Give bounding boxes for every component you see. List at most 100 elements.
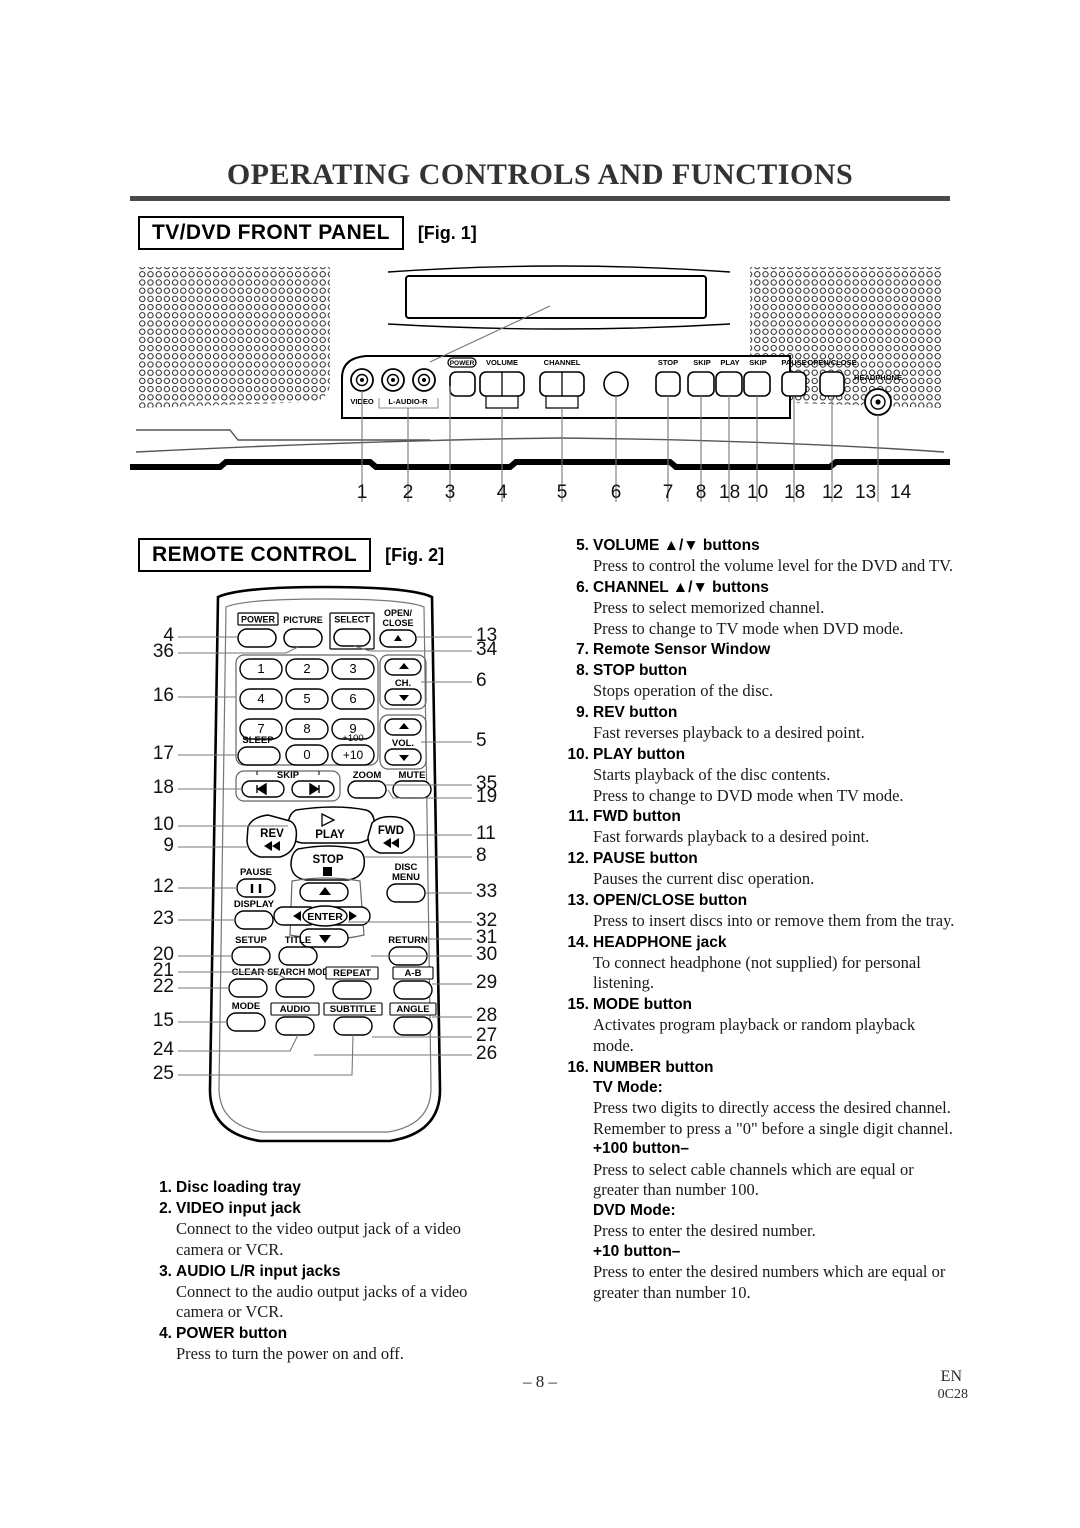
description-item-label: PAUSE button	[593, 850, 698, 868]
description-item-number: 13.	[567, 891, 589, 909]
remote-callout-right-19: 19	[476, 786, 498, 807]
description-item: 12. PAUSE button Pauses the current disc o…	[565, 849, 955, 890]
remote-callout-left-10: 10	[152, 814, 174, 835]
page-title: OPERATING CONTROLS AND FUNCTIONS	[226, 158, 854, 191]
description-item: 13. OPEN/CLOSE button Press to insert disc…	[565, 891, 955, 932]
svg-text:HEADPHONE: HEADPHONE	[854, 373, 902, 382]
description-item-text: Press to control the volume level for th…	[593, 555, 954, 575]
front-panel-callout-14: 14	[890, 482, 912, 503]
description-item-heading: 12. PAUSE button	[565, 849, 955, 869]
remote-ab-button	[393, 980, 433, 1000]
svg-text:VOLUME: VOLUME	[486, 358, 518, 367]
description-item-number: 8.	[576, 662, 589, 680]
description-item-label: VOLUME ▲/▼ buttons	[593, 537, 760, 554]
av-input-jacks: VIDEO L-AUDIO-R	[350, 368, 439, 409]
remote-audio-button	[275, 1016, 315, 1036]
section-title-remote: REMOTE CONTROL	[138, 538, 372, 572]
description-item-text: Remember to press a "0" before a single …	[593, 1118, 953, 1138]
remote-callout-right-11: 11	[476, 823, 496, 844]
remote-sleep-button	[237, 746, 281, 766]
description-item-number: 9.	[576, 704, 589, 722]
description-item-heading: 5. VOLUME ▲/▼ buttons	[565, 536, 955, 556]
front-panel-callout-13: 13	[855, 482, 877, 503]
description-item-label: OPEN/CLOSE button	[593, 891, 748, 909]
description-item-text: To connect headphone (not supplied) for …	[593, 952, 921, 993]
svg-text:5: 5	[303, 691, 310, 706]
footer-code: 0C28	[937, 1387, 968, 1402]
remote-callout-right-28: 28	[476, 1005, 498, 1026]
remote-zoom-button	[347, 780, 387, 799]
front-panel-callout-1: 1	[356, 482, 368, 503]
remote-search-mode-button	[275, 978, 315, 998]
description-item-heading: 14. HEADPHONE jack	[565, 933, 955, 953]
svg-text:TITLE: TITLE	[285, 935, 311, 946]
description-item: 11. FWD button Fast forwards playback to a…	[565, 807, 955, 848]
svg-text:ENTER: ENTER	[307, 911, 343, 923]
description-item: 1. Disc loading tray	[148, 1178, 500, 1198]
svg-text:8: 8	[303, 721, 310, 736]
svg-text:POWER: POWER	[241, 615, 276, 625]
description-item-number: 4.	[159, 1325, 172, 1343]
description-item: 9. REV button Fast reverses playback to a …	[565, 703, 955, 744]
svg-text:0: 0	[303, 747, 310, 762]
front-panel-callout-18: 18	[719, 482, 741, 503]
remote-callout-right-29: 29	[476, 972, 498, 993]
remote-pause-button	[236, 878, 276, 898]
description-item-number: 1.	[159, 1179, 172, 1196]
description-item-text: Connect to the audio output jacks of a v…	[176, 1281, 468, 1322]
stop-button: STOP	[655, 358, 681, 397]
front-panel-diagram: VIDEO L-AUDIO-R POWER VOLUME CHANNEL STO…	[130, 262, 950, 512]
svg-text:A-B: A-B	[405, 968, 422, 979]
description-item-text: Press to change to DVD mode when TV mode…	[593, 785, 904, 805]
remote-callout-left-23: 23	[152, 908, 174, 929]
description-item-text: Press to enter the desired number.	[593, 1221, 816, 1241]
front-panel-callout-6: 6	[610, 482, 622, 503]
description-item-heading: 7. Remote Sensor Window	[565, 640, 955, 660]
description-item-label: STOP button	[593, 662, 688, 680]
description-subheading: +10 button–	[593, 1243, 681, 1261]
description-item-heading: 13. OPEN/CLOSE button	[565, 891, 955, 911]
svg-text:SKIP: SKIP	[693, 358, 711, 367]
description-subheading: TV Mode:	[593, 1078, 663, 1096]
svg-text:AUDIO: AUDIO	[280, 1004, 311, 1015]
remote-select-button	[333, 628, 371, 647]
description-item-number: 2.	[159, 1199, 172, 1217]
play-button: PLAY	[715, 358, 743, 397]
description-item-heading: 10. PLAY button	[565, 745, 955, 765]
description-item-label: Remote Sensor Window	[593, 641, 771, 659]
remote-callout-right-33: 33	[476, 881, 498, 902]
description-item: 15. MODE button Activates program playback…	[565, 995, 955, 1057]
front-panel-callout-2: 2	[402, 482, 414, 503]
remote-callout-right-30: 30	[476, 944, 498, 965]
svg-text:SELECT: SELECT	[334, 615, 370, 625]
description-item: 5. VOLUME ▲/▼ buttons Press to control the…	[565, 536, 955, 577]
description-item: 2. VIDEO input jack Connect to the video o…	[148, 1199, 500, 1261]
svg-text:PAUSE: PAUSE	[240, 867, 272, 878]
remote-callout-right-5: 5	[476, 730, 487, 751]
svg-text:STOP: STOP	[312, 854, 343, 866]
svg-text:SKIP: SKIP	[749, 358, 767, 367]
remote-callout-left-24: 24	[152, 1039, 174, 1060]
description-item: 6. CHANNEL ▲/▼ buttons Press to select mem…	[565, 578, 955, 640]
svg-text:OPEN/CLOSE: OPEN/CLOSE	[807, 358, 856, 367]
remote-picture-button	[283, 628, 323, 648]
description-item-text: Press to select memorized channel.	[593, 597, 825, 617]
remote-callout-left-9: 9	[163, 835, 174, 856]
description-item-heading: 11. FWD button	[565, 807, 955, 827]
disc-loading-tray	[387, 265, 731, 330]
remote-callout-right-8: 8	[476, 845, 487, 866]
description-item-heading: 15. MODE button	[565, 995, 955, 1015]
remote-callout-left-36: 36	[152, 641, 174, 662]
description-item-label: AUDIO L/R input jacks	[176, 1262, 341, 1280]
description-item-text: Connect to the video output jack of a vi…	[176, 1218, 462, 1259]
description-item-label: PLAY button	[593, 745, 686, 763]
svg-text:+10: +10	[343, 748, 364, 762]
description-item-text: Fast forwards playback to a desired poin…	[593, 827, 870, 847]
description-item-text: Fast reverses playback to a desired poin…	[593, 723, 865, 743]
remote-callout-right-6: 6	[476, 670, 487, 691]
svg-text:RETURN: RETURN	[388, 935, 428, 946]
remote-callout-right-34: 34	[476, 639, 498, 660]
description-item: 10. PLAY button Starts playback of the dis…	[565, 745, 955, 807]
pause-button: PAUSE	[781, 358, 807, 397]
remote-setup-button	[231, 946, 271, 966]
